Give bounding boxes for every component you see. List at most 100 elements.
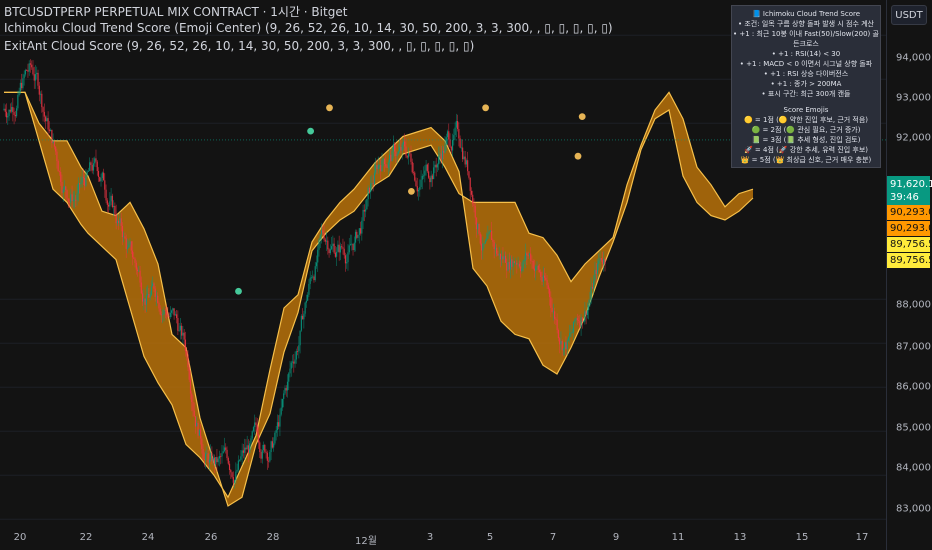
candle-body bbox=[487, 233, 489, 240]
candle-body bbox=[27, 70, 29, 72]
candle-body bbox=[577, 320, 580, 322]
emoji-line: 👑 = 5점 (👑 최상급 신호, 근거 매우 충분) bbox=[740, 156, 872, 164]
candle-body bbox=[163, 310, 165, 315]
candle-body bbox=[102, 172, 105, 181]
candle-body bbox=[441, 150, 444, 160]
candle-body bbox=[548, 288, 551, 298]
time-tick: 20 bbox=[13, 532, 27, 543]
candle-body bbox=[157, 295, 159, 303]
candle-body bbox=[526, 253, 528, 256]
candle-body bbox=[588, 305, 590, 311]
candle-body bbox=[598, 260, 600, 264]
indicator-legend-exitant-score[interactable]: ExitAnt Cloud Score (9, 26, 52, 26, 10, … bbox=[4, 39, 474, 53]
candle-body bbox=[546, 280, 548, 286]
candle-body bbox=[17, 95, 19, 109]
candle-body bbox=[559, 338, 561, 345]
candle-body bbox=[435, 164, 437, 168]
candle-body bbox=[477, 223, 479, 230]
candle-body bbox=[70, 194, 72, 203]
candle-body bbox=[288, 373, 290, 382]
candle-body bbox=[498, 253, 500, 256]
candle-body bbox=[113, 205, 115, 208]
candle-body bbox=[496, 247, 498, 254]
candle-body bbox=[291, 361, 294, 363]
candle-body bbox=[305, 300, 307, 303]
price-tag-yellow: 89,756.5 bbox=[887, 237, 932, 252]
candle-body bbox=[304, 302, 306, 314]
condition-line: • 조건: 일목 구름 상향 돌파 발생 시 점수 계산 bbox=[738, 20, 874, 28]
candle-body bbox=[222, 451, 224, 454]
candle-body bbox=[343, 248, 345, 256]
candle-body bbox=[259, 442, 261, 453]
candle-body bbox=[336, 251, 338, 257]
candle-body bbox=[525, 253, 527, 261]
candle-body bbox=[542, 275, 544, 282]
candle-body bbox=[198, 429, 200, 436]
candle-body bbox=[422, 175, 425, 177]
candle-body bbox=[65, 186, 67, 191]
candle-body bbox=[507, 262, 509, 271]
candle-body bbox=[593, 280, 595, 289]
candle-body bbox=[411, 161, 413, 173]
candle-body bbox=[71, 194, 73, 202]
candle-body bbox=[532, 260, 534, 269]
candle-body bbox=[579, 321, 581, 327]
candle-body bbox=[217, 458, 219, 463]
time-tick: 7 bbox=[549, 532, 557, 543]
candle-body bbox=[499, 253, 502, 260]
candle-body bbox=[66, 190, 68, 199]
candle-body bbox=[231, 472, 233, 478]
chart-symbol-title[interactable]: BTCUSDTPERP PERPETUAL MIX CONTRACT · 1시간… bbox=[4, 3, 347, 20]
candle-body bbox=[537, 265, 539, 270]
candle-body bbox=[468, 171, 470, 178]
candle-body bbox=[494, 247, 496, 250]
currency-button[interactable]: USDT bbox=[891, 5, 927, 25]
candle-body bbox=[274, 432, 276, 444]
candle-body bbox=[566, 340, 568, 350]
candle-body bbox=[87, 170, 90, 172]
price-tick: 84,000.0 bbox=[896, 462, 932, 474]
candle-body bbox=[150, 286, 153, 295]
candle-body bbox=[562, 348, 565, 351]
candle-body bbox=[167, 315, 169, 317]
candle-body bbox=[174, 314, 176, 316]
score-2-signal bbox=[235, 287, 242, 295]
candle-body bbox=[68, 201, 71, 203]
candle-body bbox=[502, 256, 504, 260]
candle-body bbox=[455, 120, 457, 128]
condition-line: • +1 : RSI 상승 다이버전스 bbox=[763, 70, 849, 78]
candle-body bbox=[269, 452, 271, 462]
candle-body bbox=[457, 120, 459, 130]
candle-body bbox=[356, 231, 358, 238]
time-tick: 11 bbox=[671, 532, 685, 543]
candle-body bbox=[421, 175, 423, 180]
candle-body bbox=[482, 243, 484, 251]
bar-countdown: 39:46 bbox=[890, 192, 919, 203]
candle-body bbox=[342, 247, 344, 249]
candle-body bbox=[328, 249, 330, 254]
candle-body bbox=[260, 452, 262, 459]
candle-body bbox=[322, 230, 324, 233]
score-1-signal bbox=[482, 104, 489, 112]
candle-body bbox=[176, 314, 178, 319]
candle-body bbox=[104, 180, 106, 190]
candle-body bbox=[193, 410, 195, 417]
candle-body bbox=[28, 63, 30, 72]
candle-body bbox=[173, 308, 175, 316]
indicator-legend-ichimoku-score[interactable]: Ichimoku Cloud Trend Score (Emoji Center… bbox=[4, 21, 613, 35]
candle-body bbox=[125, 238, 127, 249]
candle-body bbox=[400, 147, 402, 151]
candle-body bbox=[126, 247, 129, 249]
emoji-line: 🟡 = 1점 (🟡 약한 진입 후보, 근거 적음) bbox=[743, 116, 869, 124]
candle-body bbox=[503, 255, 505, 260]
candle-body bbox=[55, 146, 57, 152]
candle-body bbox=[586, 310, 588, 316]
candle-body bbox=[123, 236, 125, 238]
candle-body bbox=[451, 140, 454, 151]
candle-body bbox=[508, 262, 510, 270]
candle-body bbox=[134, 258, 136, 263]
candle-body bbox=[450, 146, 452, 151]
price-tick: 85,000.0 bbox=[896, 422, 932, 434]
candle-body bbox=[143, 298, 145, 302]
candle-body bbox=[319, 234, 321, 240]
